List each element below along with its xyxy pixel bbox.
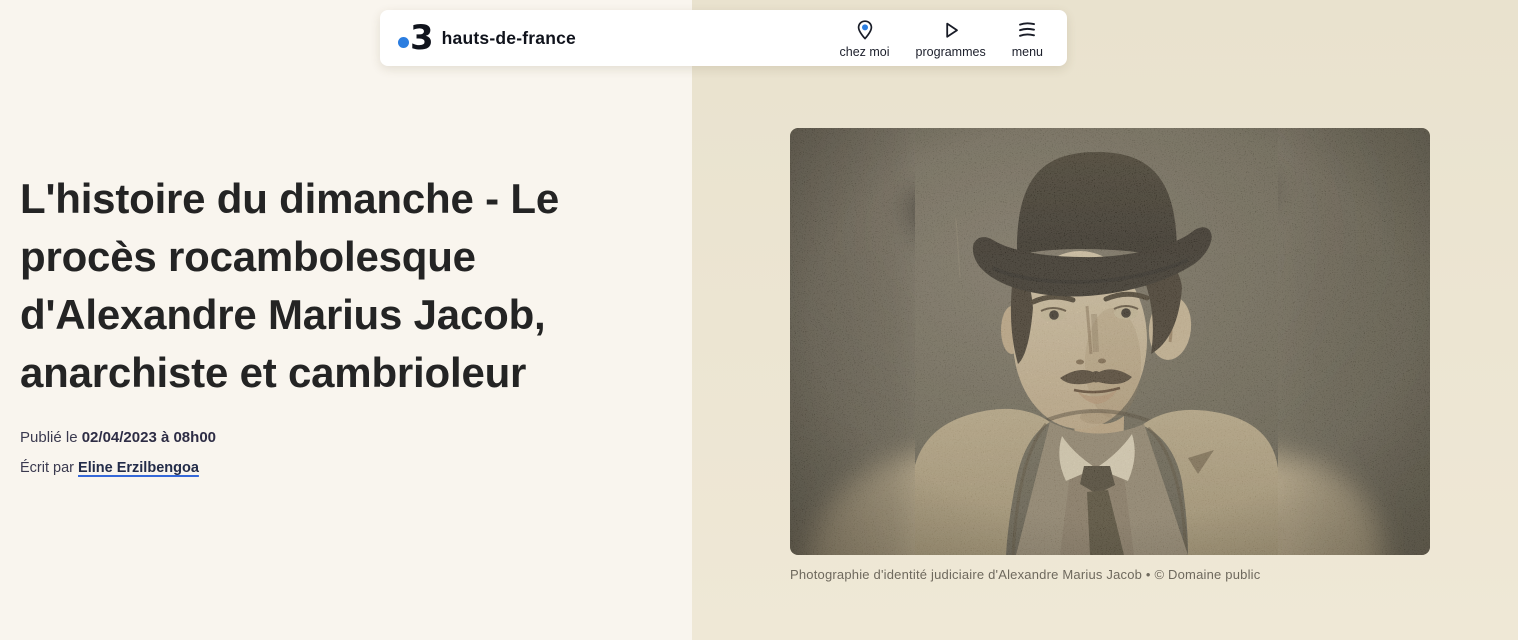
nav-item-menu[interactable]: menu [1012, 18, 1043, 59]
nav-item-chez-moi[interactable]: chez moi [840, 18, 890, 59]
author-prefix: Écrit par [20, 460, 74, 476]
location-pin-icon [853, 18, 877, 43]
nav-label-menu: menu [1012, 45, 1043, 59]
nav-label-chez-moi: chez moi [840, 45, 890, 59]
nav-label-programmes: programmes [916, 45, 986, 59]
published-prefix: Publié le [20, 429, 78, 446]
article-title: L'histoire du dimanche - Le procès rocam… [20, 170, 690, 402]
menu-icon [1015, 18, 1039, 43]
published-line: Publié le 02/04/2023 à 08h00 [20, 429, 216, 446]
play-icon [939, 18, 963, 43]
france3-logo[interactable]: 3 hauts-de-france [380, 21, 576, 55]
author-line: Écrit par Eline Erzilbengoa [20, 460, 199, 476]
logo-blue-dot-icon [398, 37, 409, 48]
header-bar: 3 hauts-de-france chez moi p [380, 10, 1067, 66]
published-datetime: 02/04/2023 à 08h00 [82, 429, 216, 446]
article-photo [790, 128, 1430, 555]
header-nav: chez moi programmes menu [840, 18, 1067, 59]
photo-caption: Photographie d'identité judiciaire d'Ale… [790, 566, 1450, 584]
page: 3 hauts-de-france chez moi p [0, 0, 1518, 640]
author-link[interactable]: Eline Erzilbengoa [78, 460, 199, 476]
nav-item-programmes[interactable]: programmes [916, 18, 986, 59]
logo-region-label: hauts-de-france [442, 28, 576, 49]
portrait-photo-illustration [790, 128, 1430, 555]
logo-channel-number: 3 [410, 21, 433, 55]
